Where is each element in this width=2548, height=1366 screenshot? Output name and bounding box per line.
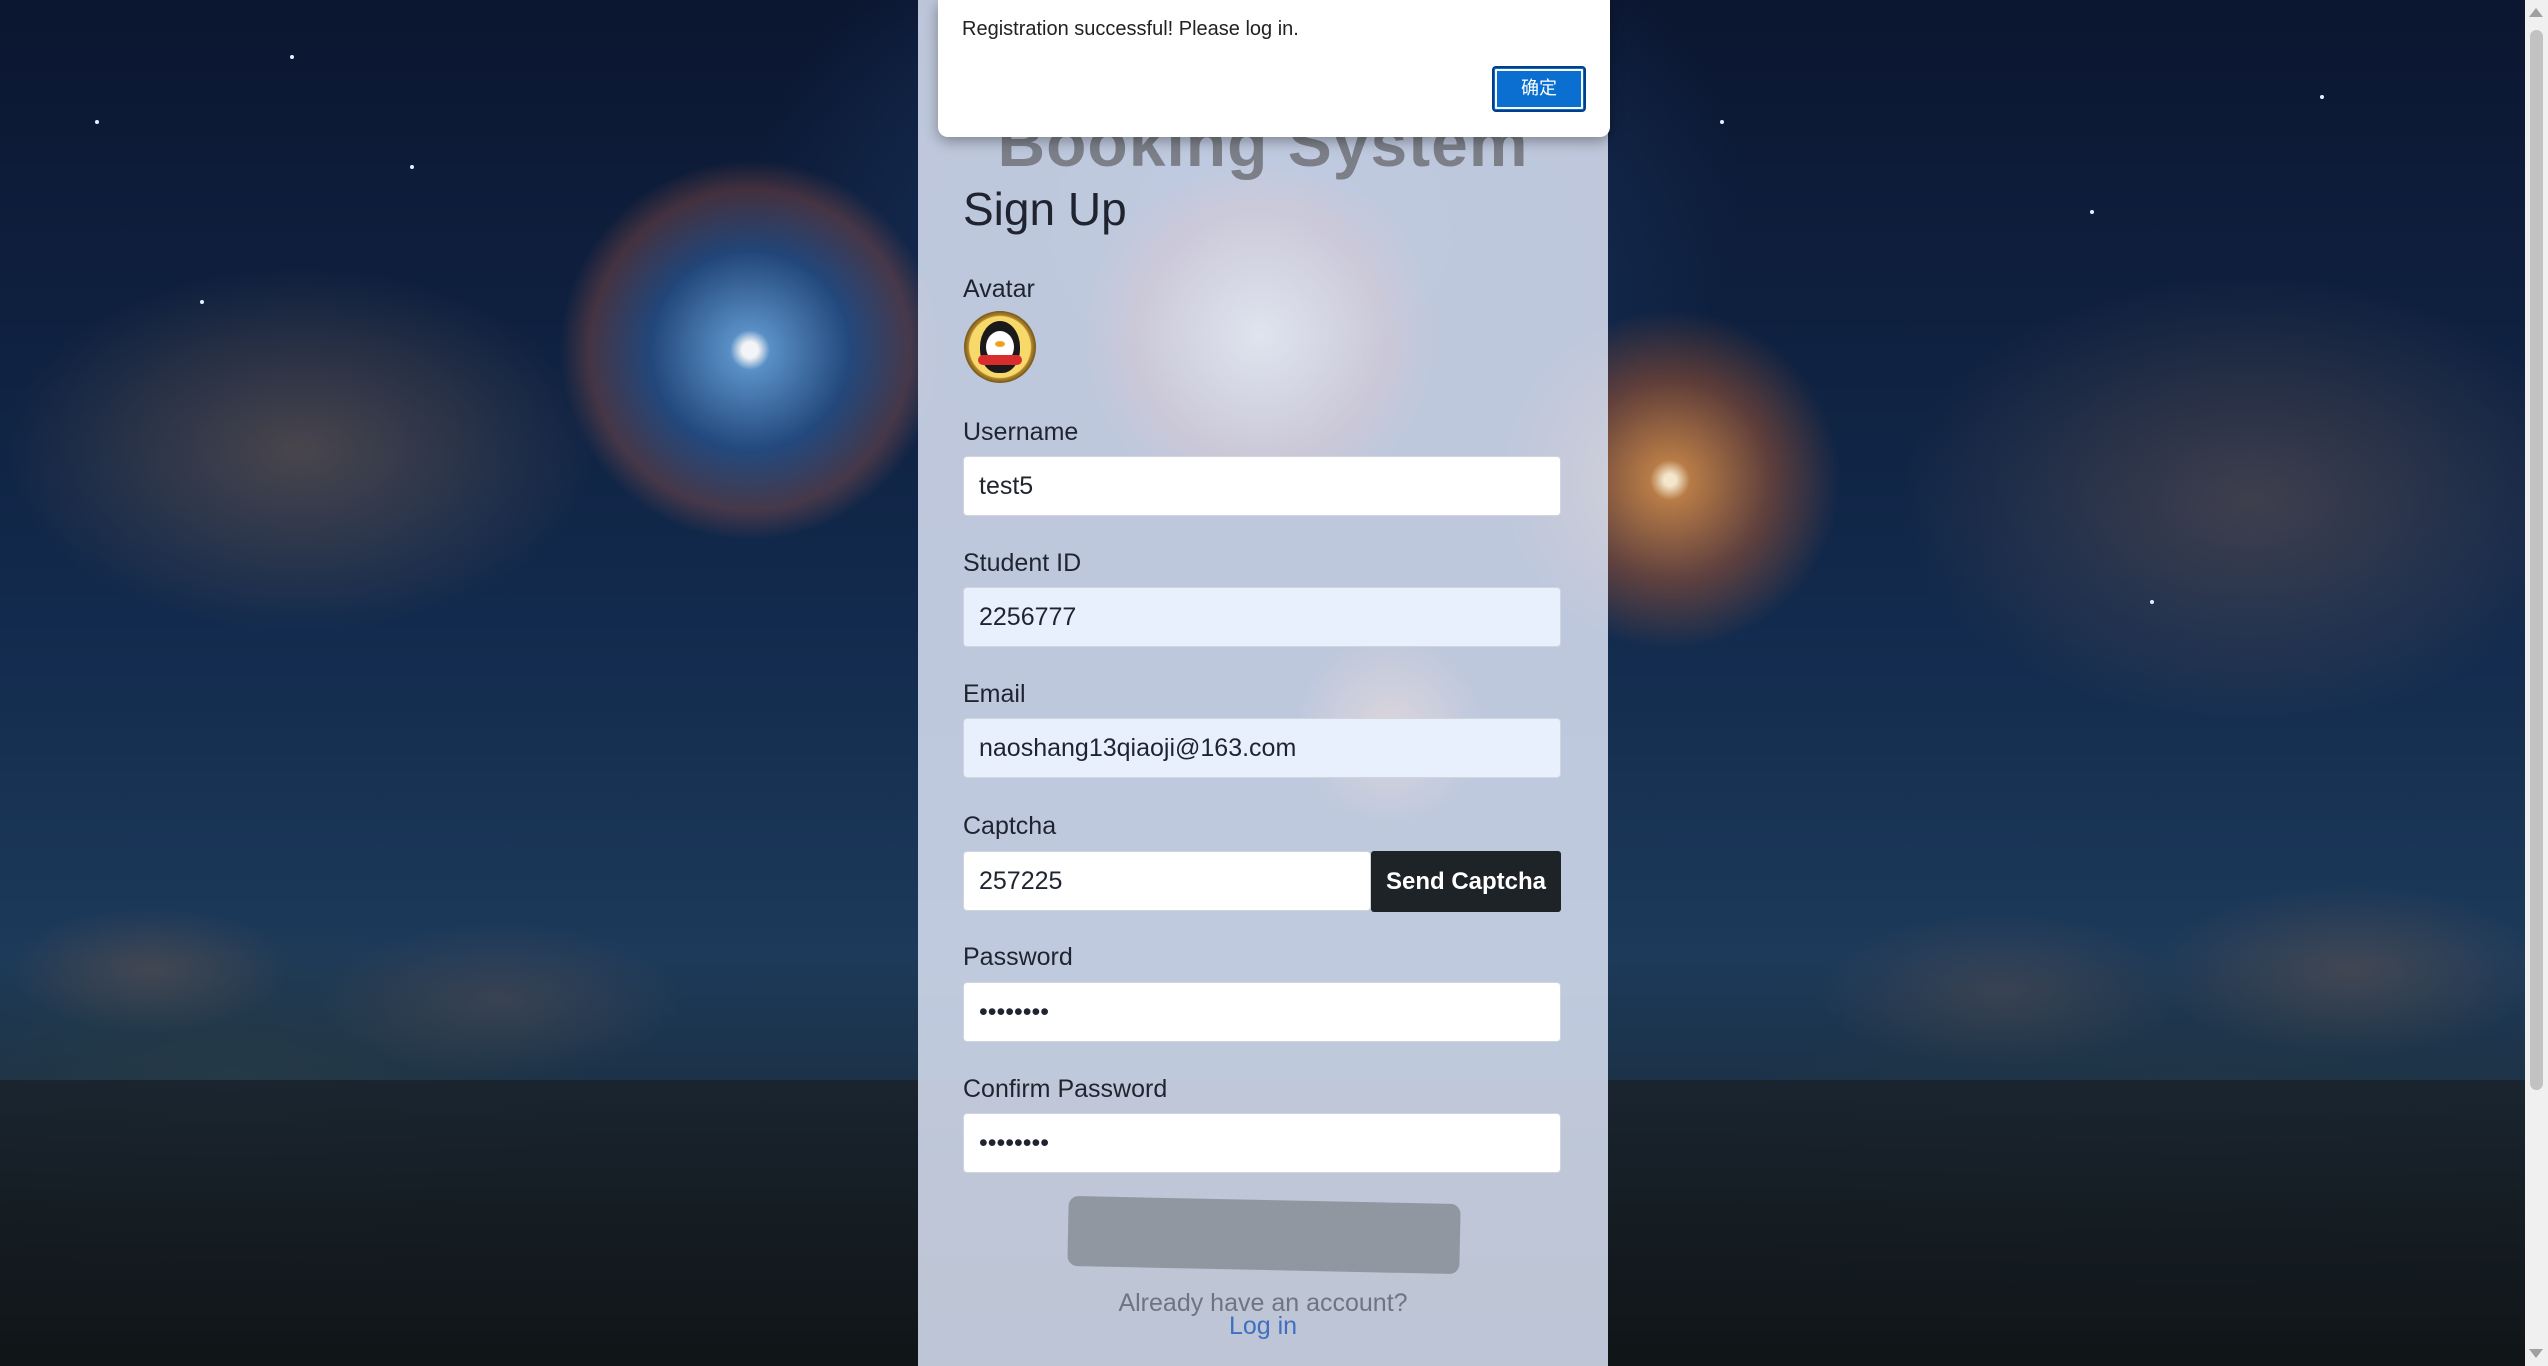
star xyxy=(2090,210,2094,214)
star xyxy=(95,120,99,124)
dialog-message: Registration successful! Please log in. xyxy=(962,18,1299,40)
star xyxy=(410,165,414,169)
star xyxy=(2320,95,2324,99)
email-label: Email xyxy=(963,680,1026,708)
alert-dialog: Registration successful! Please log in. … xyxy=(938,0,1610,137)
penguin-scarf xyxy=(978,355,1022,365)
star xyxy=(290,55,294,59)
scroll-up-arrow-icon[interactable] xyxy=(2529,8,2543,17)
penguin-beak xyxy=(995,341,1005,347)
signup-submit-button[interactable] xyxy=(1067,1195,1461,1275)
blue-firework xyxy=(560,160,940,540)
captcha-label: Captcha xyxy=(963,812,1057,840)
username-input[interactable]: test5 xyxy=(963,456,1561,516)
star xyxy=(200,300,204,304)
username-label: Username xyxy=(963,418,1079,446)
star xyxy=(1720,120,1724,124)
captcha-input[interactable]: 257225 xyxy=(963,851,1371,911)
password-label: Password xyxy=(963,943,1073,971)
star xyxy=(2150,600,2154,604)
panel-firework-decoration xyxy=(1070,170,1450,500)
vertical-scrollbar[interactable] xyxy=(2525,0,2548,1366)
avatar[interactable] xyxy=(964,311,1036,383)
scroll-down-arrow-icon[interactable] xyxy=(2529,1349,2543,1358)
dialog-ok-button[interactable]: 确定 xyxy=(1492,66,1586,112)
student-id-input[interactable]: 2256777 xyxy=(963,587,1561,647)
avatar-label: Avatar xyxy=(963,275,1035,303)
login-link[interactable]: Log in xyxy=(918,1312,1608,1341)
confirm-password-input[interactable]: •••••••• xyxy=(963,1113,1561,1173)
password-input[interactable]: •••••••• xyxy=(963,982,1561,1042)
page-title: Sign Up xyxy=(963,183,1127,235)
send-captcha-button[interactable]: Send Captcha xyxy=(1371,851,1561,912)
email-input[interactable]: naoshang13qiaoji@163.com xyxy=(963,718,1561,778)
confirm-password-label: Confirm Password xyxy=(963,1075,1168,1103)
scrollbar-thumb[interactable] xyxy=(2530,30,2543,1090)
student-id-label: Student ID xyxy=(963,549,1082,577)
